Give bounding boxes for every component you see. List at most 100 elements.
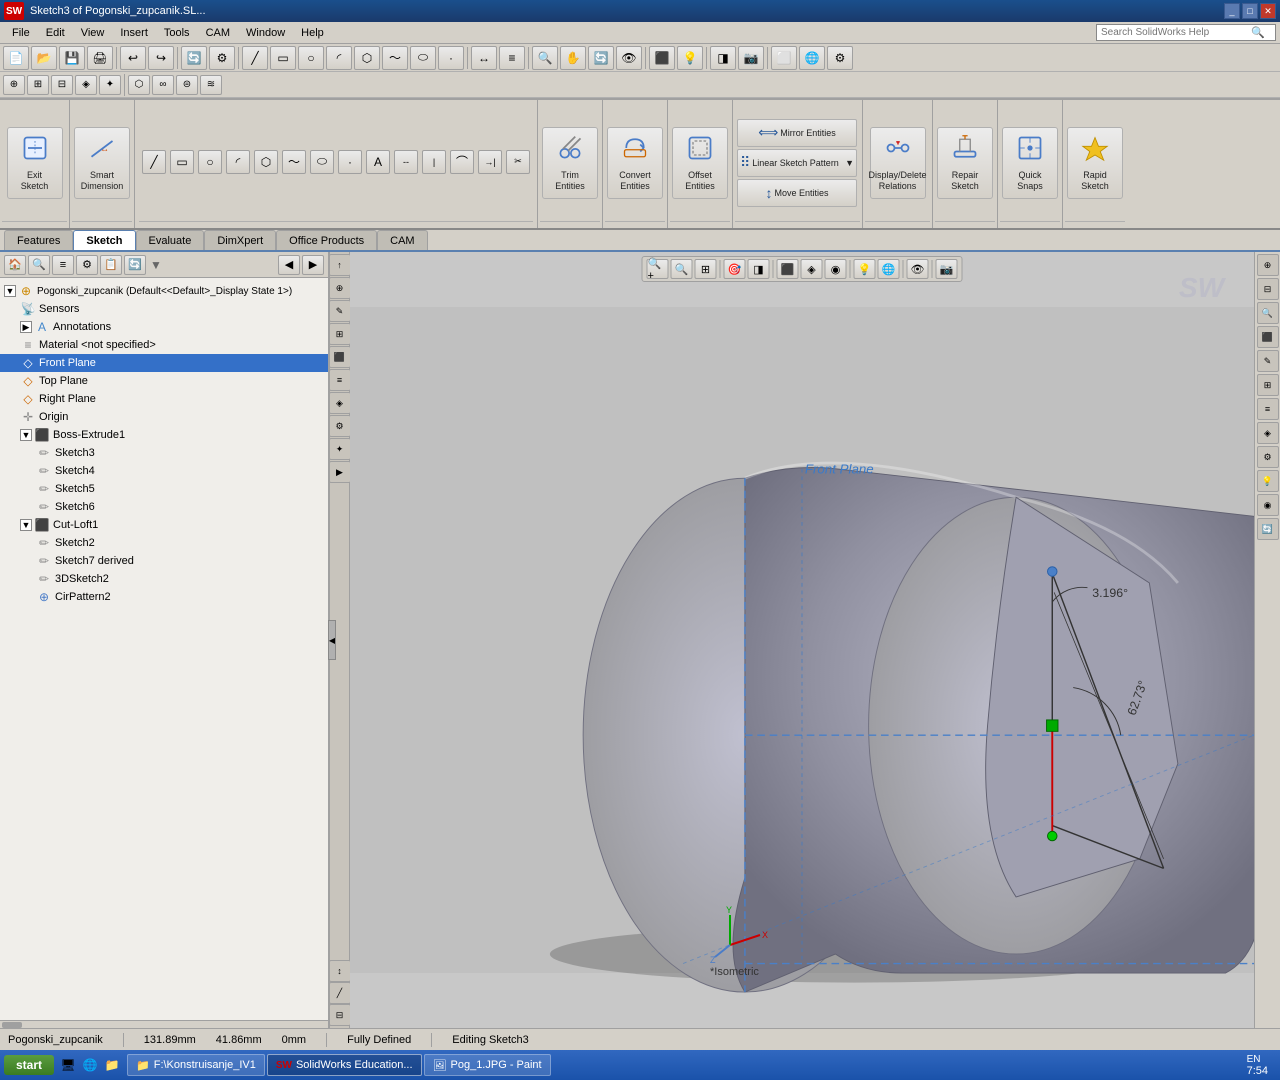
strip-btn-10[interactable]: ▶	[329, 461, 351, 483]
panel-home-btn[interactable]: 🏠	[4, 255, 26, 275]
help-search-box[interactable]: 🔍	[1096, 24, 1276, 41]
tree-cirpattern2[interactable]: ⊕ CirPattern2	[0, 588, 328, 606]
strip-btn-bottom-2[interactable]: ╱	[329, 982, 351, 1004]
menu-tools[interactable]: Tools	[156, 25, 198, 41]
right-btn-12[interactable]: 🔄	[1257, 518, 1279, 540]
rapid-sketch-button[interactable]: RapidSketch	[1067, 127, 1123, 199]
tree-right-plane[interactable]: ◇ Right Plane	[0, 390, 328, 408]
right-btn-6[interactable]: ⊞	[1257, 374, 1279, 396]
menu-edit[interactable]: Edit	[38, 25, 73, 41]
linear-sketch-pattern-button[interactable]: ⠿ Linear Sketch Pattern ▼	[737, 149, 857, 177]
circle-sketch-btn[interactable]: ○	[198, 150, 222, 174]
point-sketch-btn[interactable]: ·	[338, 150, 362, 174]
standard-views[interactable]: ⬜	[771, 46, 797, 70]
zoom-button[interactable]: 🔍	[532, 46, 558, 70]
left-panel-scrollbar[interactable]	[0, 1020, 328, 1028]
strip-btn-6[interactable]: ≡	[329, 369, 351, 391]
right-btn-11[interactable]: ◉	[1257, 494, 1279, 516]
tb2-btn9[interactable]: ≋	[200, 75, 222, 95]
right-btn-4[interactable]: ⬛	[1257, 326, 1279, 348]
tree-sensors[interactable]: 📡 Sensors	[0, 300, 328, 318]
exit-sketch-button[interactable]: ExitSketch	[7, 127, 63, 199]
line-sketch-btn[interactable]: ╱	[142, 150, 166, 174]
menu-view[interactable]: View	[73, 25, 113, 41]
repair-sketch-button[interactable]: RepairSketch	[937, 127, 993, 199]
panel-config-btn[interactable]: ≡	[52, 255, 74, 275]
tree-boss-extrude1[interactable]: ▼ ⬛ Boss-Extrude1	[0, 426, 328, 444]
strip-btn-1[interactable]: ↑	[329, 254, 351, 276]
start-button[interactable]: start	[4, 1055, 54, 1075]
root-expand[interactable]: ▼	[4, 285, 16, 297]
panel-search-btn[interactable]: 🔍	[28, 255, 50, 275]
right-btn-10[interactable]: 💡	[1257, 470, 1279, 492]
relations-tool[interactable]: ≡	[499, 46, 525, 70]
vp-display-2[interactable]: ◈	[801, 259, 823, 279]
tree-root[interactable]: ▼ ⊕ Pogonski_zupcanik (Default<<Default>…	[0, 282, 328, 300]
view-select[interactable]: 👁	[616, 46, 642, 70]
right-btn-8[interactable]: ◈	[1257, 422, 1279, 444]
display-delete-relations-button[interactable]: Display/DeleteRelations	[870, 127, 926, 199]
menu-insert[interactable]: Insert	[112, 25, 156, 41]
point-tool[interactable]: ·	[438, 46, 464, 70]
line-tool[interactable]: ╱	[242, 46, 268, 70]
display-mode[interactable]: ⬛	[649, 46, 675, 70]
strip-btn-4[interactable]: ⊞	[329, 323, 351, 345]
strip-btn-7[interactable]: ◈	[329, 392, 351, 414]
vp-lights[interactable]: 💡	[854, 259, 876, 279]
vp-zoom-fit[interactable]: ⊞	[695, 259, 717, 279]
annotations-expand[interactable]: ▶	[20, 321, 32, 333]
vp-zoom-in[interactable]: 🔍+	[647, 259, 669, 279]
ql-icon-1[interactable]: 🖥	[58, 1055, 78, 1075]
scrollbar-thumb[interactable]	[2, 1022, 22, 1028]
menu-file[interactable]: File	[4, 25, 38, 41]
vp-orient[interactable]: 🎯	[724, 259, 746, 279]
vp-scene[interactable]: 🌐	[878, 259, 900, 279]
tab-cam[interactable]: CAM	[377, 230, 427, 250]
spline-tool[interactable]: 〜	[382, 46, 408, 70]
move-entities-button[interactable]: ↕ Move Entities	[737, 179, 857, 207]
tree-sketch7-derived[interactable]: ✏ Sketch7 derived	[0, 552, 328, 570]
undo-button[interactable]: ↩	[120, 46, 146, 70]
tree-material[interactable]: ≡ Material <not specified>	[0, 336, 328, 354]
spline-sketch-btn[interactable]: 〜	[282, 150, 306, 174]
tree-sketch6[interactable]: ✏ Sketch6	[0, 498, 328, 516]
right-btn-3[interactable]: 🔍	[1257, 302, 1279, 324]
extend-btn[interactable]: →|	[478, 150, 502, 174]
dimension-tool[interactable]: ↔	[471, 46, 497, 70]
tab-dimxpert[interactable]: DimXpert	[204, 230, 276, 250]
tb2-btn3[interactable]: ⊟	[51, 75, 73, 95]
circle-tool[interactable]: ○	[298, 46, 324, 70]
offset-entities-button[interactable]: OffsetEntities	[672, 127, 728, 199]
help-search-input[interactable]	[1101, 27, 1251, 38]
tree-3dsketch2[interactable]: ✏ 3DSketch2	[0, 570, 328, 588]
quick-snaps-button[interactable]: QuickSnaps	[1002, 127, 1058, 199]
right-btn-5[interactable]: ✎	[1257, 350, 1279, 372]
apply-scene[interactable]: 🌐	[799, 46, 825, 70]
vp-display[interactable]: ⬛	[777, 259, 799, 279]
panel-expand-tree-btn[interactable]: ▶	[302, 255, 324, 275]
open-button[interactable]: 📂	[31, 46, 57, 70]
vp-realview[interactable]: 👁	[907, 259, 929, 279]
trim-entities-button[interactable]: TrimEntities	[542, 127, 598, 199]
arc-sketch-btn[interactable]: ◜	[226, 150, 250, 174]
camera-button[interactable]: 📷	[738, 46, 764, 70]
panel-scene-btn[interactable]: 📋	[100, 255, 122, 275]
tree-front-plane[interactable]: ◇ Front Plane	[0, 354, 328, 372]
linear-pattern-dropdown[interactable]: ▼	[845, 158, 854, 168]
vp-zoom-out[interactable]: 🔍	[671, 259, 693, 279]
mirror-entities-button[interactable]: ⟺ Mirror Entities	[737, 119, 857, 147]
menu-help[interactable]: Help	[293, 25, 332, 41]
redo-button[interactable]: ↪	[148, 46, 174, 70]
view-setting[interactable]: ⚙	[827, 46, 853, 70]
tab-features[interactable]: Features	[4, 230, 73, 250]
taskbar-item-solidworks[interactable]: SW SolidWorks Education...	[267, 1054, 422, 1076]
polygon-tool[interactable]: ⬡	[354, 46, 380, 70]
taskbar-item-paint[interactable]: 🖼 Pog_1.JPG - Paint	[424, 1054, 551, 1076]
strip-btn-8[interactable]: ⚙	[329, 415, 351, 437]
close-button[interactable]: ✕	[1260, 3, 1276, 19]
pan-button[interactable]: ✋	[560, 46, 586, 70]
tab-evaluate[interactable]: Evaluate	[136, 230, 205, 250]
tb2-btn1[interactable]: ⊕	[3, 75, 25, 95]
tree-sketch5[interactable]: ✏ Sketch5	[0, 480, 328, 498]
tab-sketch[interactable]: Sketch	[73, 230, 135, 250]
